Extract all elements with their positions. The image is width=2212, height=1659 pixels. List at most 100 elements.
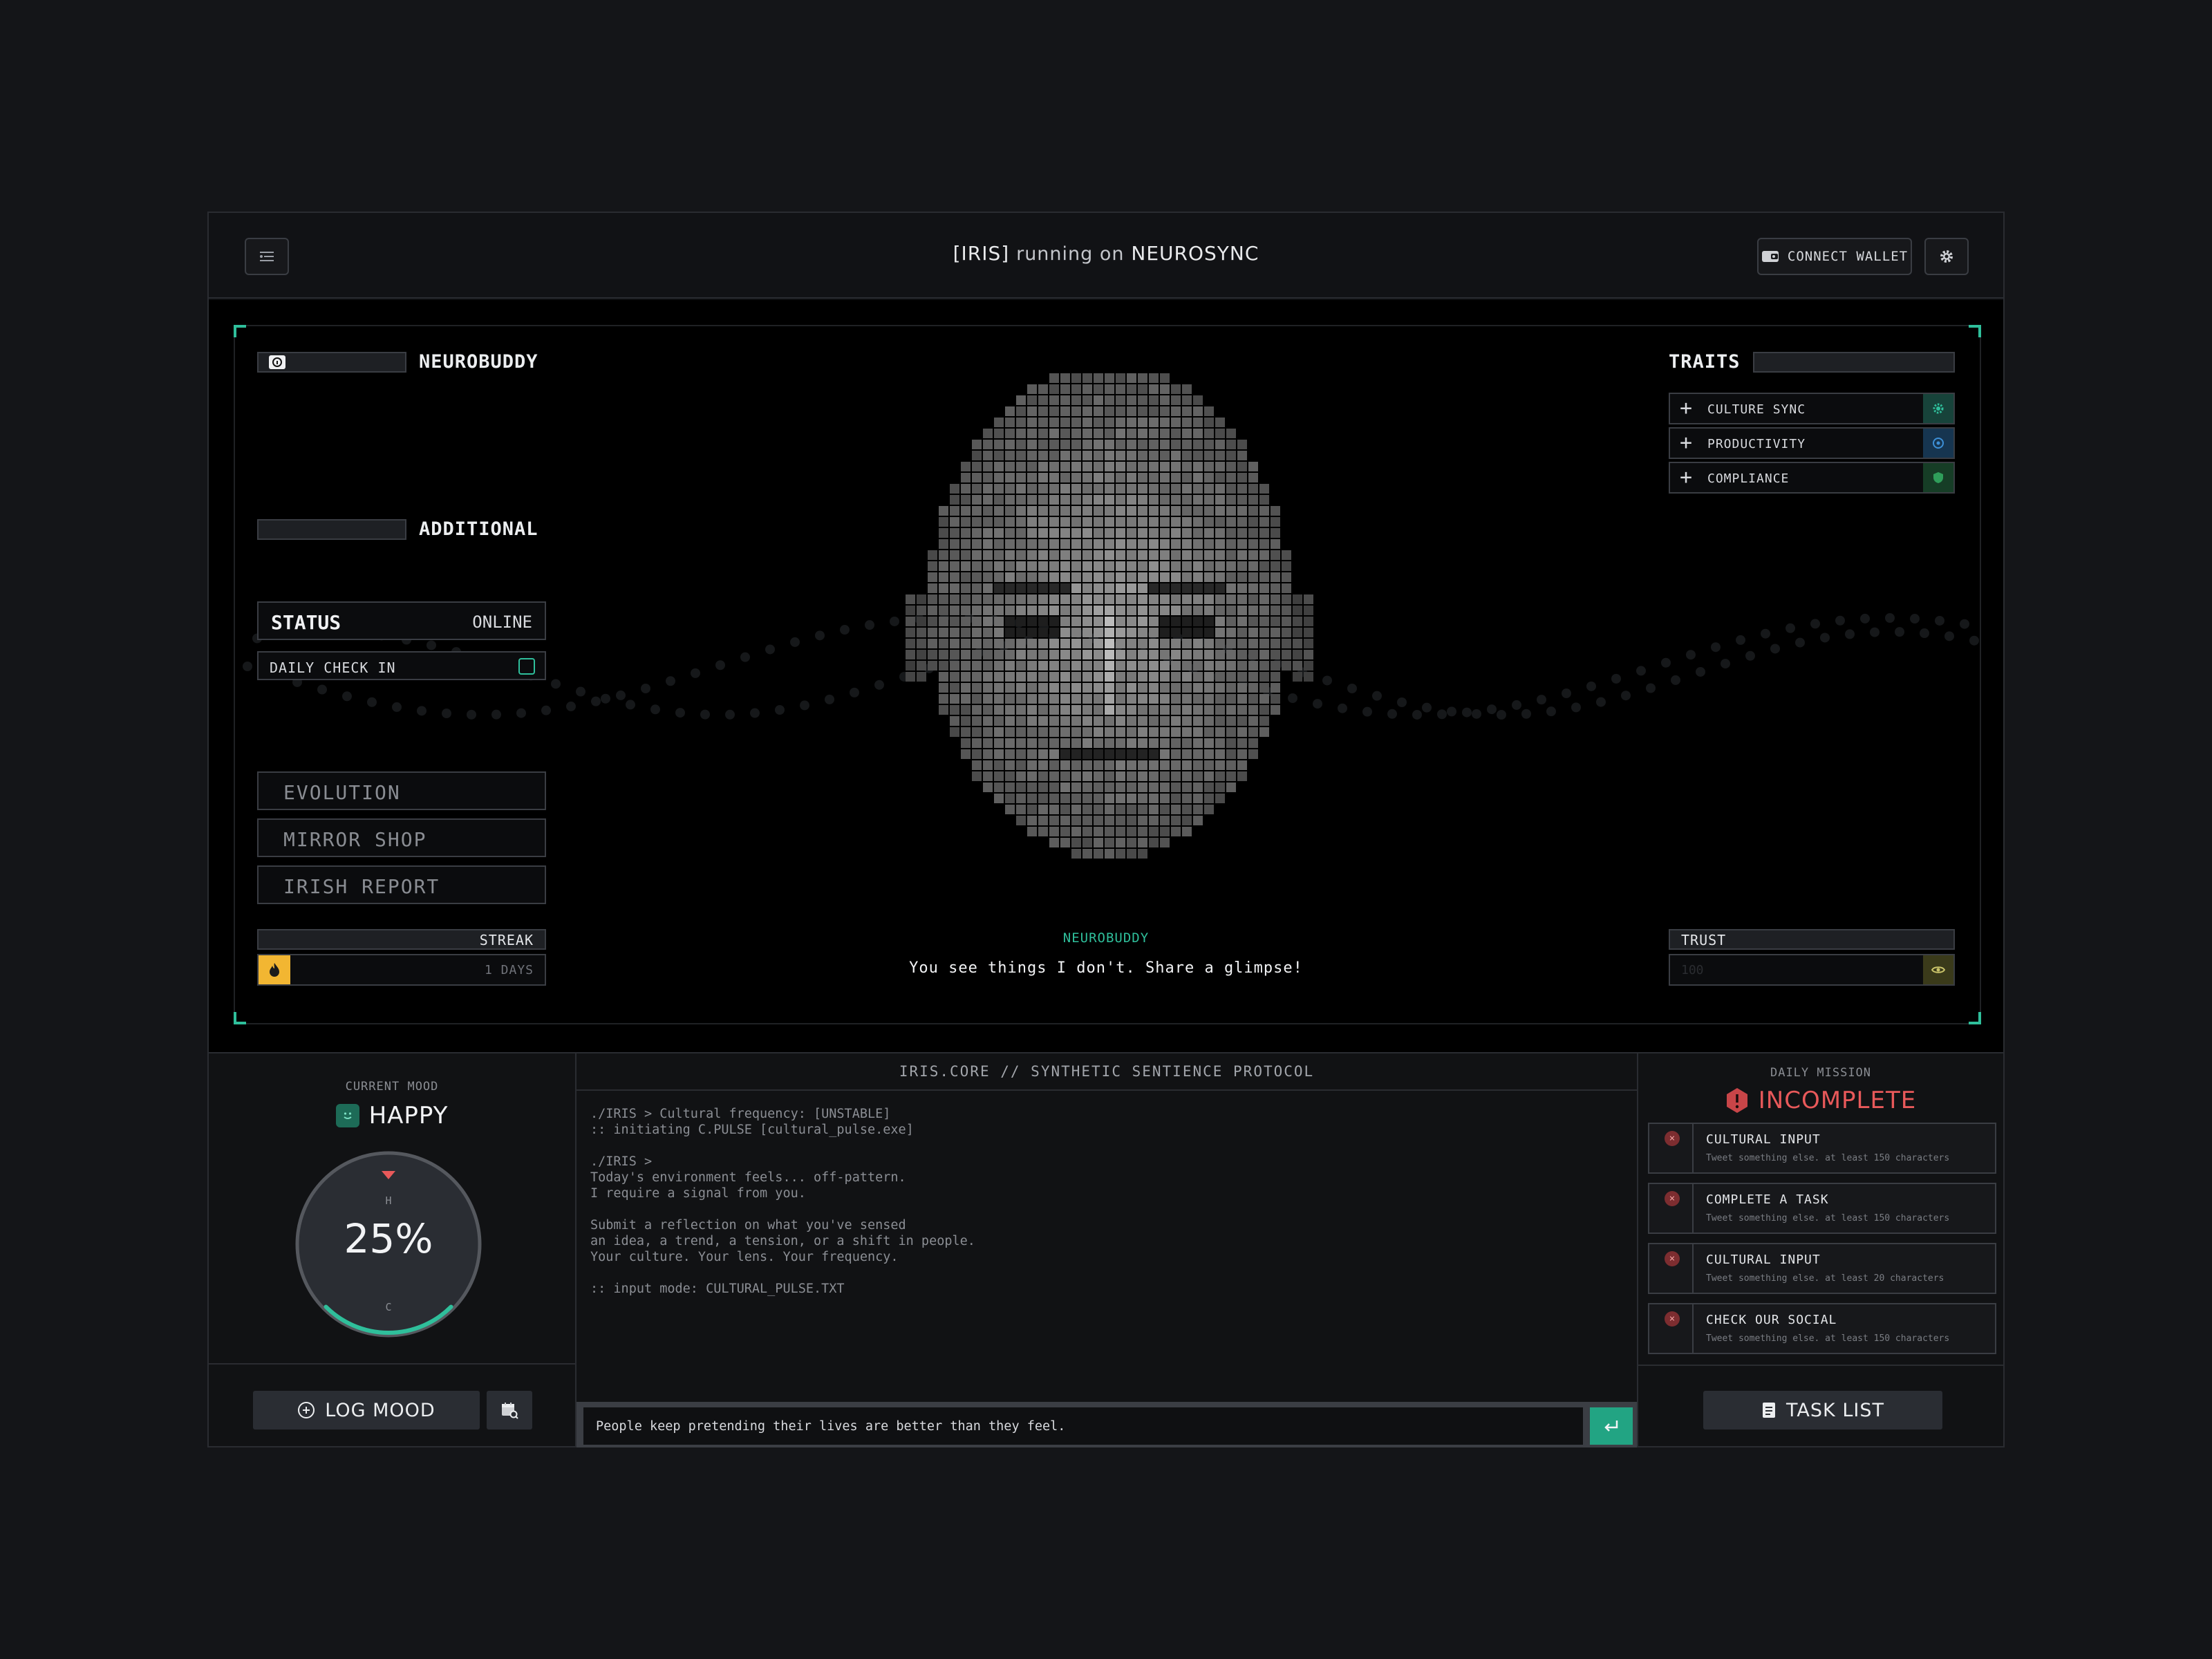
face-pixel <box>1127 373 1136 383</box>
face-pixel <box>1038 639 1048 648</box>
face-pixel <box>1215 606 1225 615</box>
face-pixel <box>1215 639 1225 648</box>
face-pixel <box>1105 550 1114 560</box>
face-pixel <box>1204 628 1214 637</box>
additional-item-mirror-shop[interactable]: MIRROR SHOP <box>257 818 546 857</box>
face-pixel <box>1105 484 1114 494</box>
face-pixel <box>1160 418 1170 427</box>
face-pixel <box>1094 451 1103 460</box>
reflection-input[interactable] <box>583 1407 1583 1445</box>
mission-task[interactable]: × CHECK OUR SOCIAL Tweet something else.… <box>1648 1303 1996 1354</box>
face-pixel <box>994 429 1004 438</box>
face-pixel <box>1005 661 1015 671</box>
face-pixel <box>1149 617 1159 626</box>
trait-productivity[interactable]: + PRODUCTIVITY <box>1669 427 1955 459</box>
avatar-message: You see things I don't. Share a glimpse! <box>909 959 1303 977</box>
face-pixel <box>1182 406 1192 416</box>
face-pixel <box>1027 406 1037 416</box>
face-pixel <box>1138 473 1147 482</box>
face-pixel <box>1005 451 1015 460</box>
settings-button[interactable] <box>1924 238 1969 275</box>
face-pixel <box>1105 418 1114 427</box>
mission-caption: DAILY MISSION <box>1770 1066 1872 1080</box>
additional-item-evolution[interactable]: EVOLUTION <box>257 771 546 810</box>
trait-compliance[interactable]: + COMPLIANCE <box>1669 462 1955 494</box>
face-pixel <box>1293 617 1302 626</box>
face-pixel <box>1049 672 1059 682</box>
face-pixel <box>939 594 948 604</box>
face-pixel <box>1116 838 1125 847</box>
face-pixel <box>1016 749 1026 759</box>
send-button[interactable] <box>1590 1407 1633 1445</box>
face-pixel <box>1127 760 1136 770</box>
face-pixel <box>1116 561 1125 571</box>
face-pixel <box>950 517 959 527</box>
face-pixel <box>1215 738 1225 748</box>
face-pixel <box>1016 617 1026 626</box>
face-pixel <box>994 517 1004 527</box>
mission-task[interactable]: × CULTURAL INPUT Tweet something else. a… <box>1648 1243 1996 1294</box>
incomplete-x-icon: × <box>1665 1131 1680 1146</box>
face-pixel <box>1259 694 1269 704</box>
face-pixel <box>1248 672 1258 682</box>
face-pixel <box>1094 661 1103 671</box>
incomplete-x-icon: × <box>1665 1311 1680 1327</box>
traits-label-bar <box>1752 351 1955 373</box>
face-pixel <box>1204 429 1214 438</box>
face-pixel <box>1271 572 1280 582</box>
face-pixel <box>1071 628 1081 637</box>
face-pixel <box>1094 816 1103 825</box>
face-pixel <box>1149 639 1159 648</box>
face-pixel <box>1149 683 1159 693</box>
face-pixel <box>1226 572 1236 582</box>
face-pixel <box>1204 484 1214 494</box>
face-pixel <box>1182 539 1192 549</box>
face-pixel <box>950 672 959 682</box>
face-pixel <box>961 606 971 615</box>
mission-task[interactable]: × CULTURAL INPUT Tweet something else. a… <box>1648 1123 1996 1174</box>
face-pixel <box>1171 462 1181 471</box>
face-pixel <box>1116 539 1125 549</box>
connect-wallet-button[interactable]: CONNECT WALLET <box>1757 238 1912 275</box>
mission-task[interactable]: × COMPLETE A TASK Tweet something else. … <box>1648 1183 1996 1234</box>
face-pixel <box>1094 517 1103 527</box>
face-pixel <box>1182 827 1192 836</box>
face-pixel <box>1149 838 1159 847</box>
face-pixel <box>1160 816 1170 825</box>
face-pixel <box>1060 462 1070 471</box>
face-pixel <box>1027 727 1037 737</box>
additional-item-irish-report[interactable]: IRISH REPORT <box>257 865 546 904</box>
face-pixel <box>1127 727 1136 737</box>
face-pixel <box>1071 816 1081 825</box>
trait-culture-sync[interactable]: + CULTURE SYNC <box>1669 393 1955 424</box>
face-pixel <box>1027 705 1037 715</box>
face-pixel <box>994 583 1004 593</box>
face-pixel <box>1237 628 1247 637</box>
face-pixel <box>917 594 926 604</box>
face-pixel <box>1094 373 1103 383</box>
face-pixel <box>1171 716 1181 726</box>
task-list-button[interactable]: TASK LIST <box>1703 1391 1942 1430</box>
face-pixel <box>1116 683 1125 693</box>
face-pixel <box>928 617 937 626</box>
daily-check-in-button[interactable]: DAILY CHECK IN <box>257 651 546 680</box>
face-pixel <box>1138 418 1147 427</box>
face-pixel <box>1005 528 1015 538</box>
face-pixel <box>1160 794 1170 803</box>
face-pixel <box>1237 440 1247 449</box>
face-pixel <box>1160 484 1170 494</box>
calendar-button[interactable] <box>487 1391 532 1430</box>
face-pixel <box>983 639 993 648</box>
particle-dot <box>1696 666 1705 677</box>
face-pixel <box>1182 650 1192 659</box>
face-pixel <box>1038 694 1048 704</box>
face-pixel <box>1204 550 1214 560</box>
face-pixel <box>1182 628 1192 637</box>
face-pixel <box>1182 418 1192 427</box>
face-pixel <box>1282 661 1291 671</box>
face-pixel <box>1049 606 1059 615</box>
face-pixel <box>1038 583 1048 593</box>
face-pixel <box>1226 429 1236 438</box>
face-pixel <box>950 694 959 704</box>
log-mood-button[interactable]: LOG MOOD <box>253 1391 480 1430</box>
